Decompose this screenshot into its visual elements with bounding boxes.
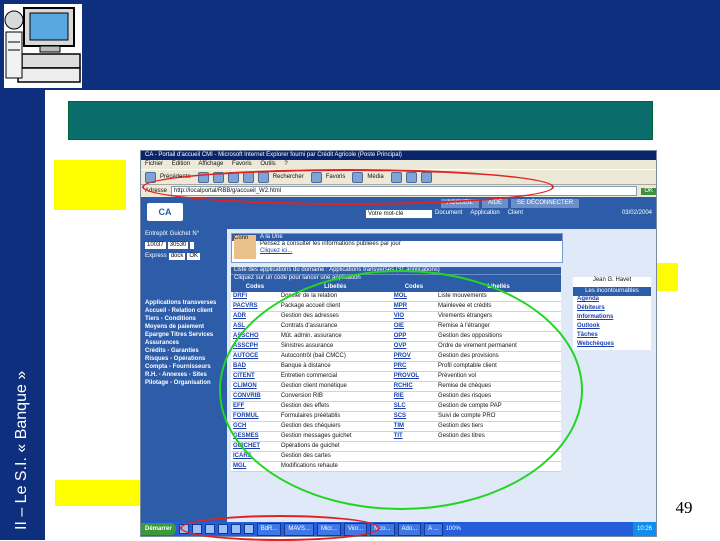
- left-panel: Entrepôt Guichet N° 10037 30530 Express …: [141, 229, 227, 522]
- domain-item[interactable]: Pilotage - Organisation: [145, 380, 227, 387]
- highlight-box-left: [54, 160, 126, 210]
- portal-search-input[interactable]: Votre mot-clé: [365, 209, 433, 219]
- right-panel: Jean G. Havet Les incontournables Agenda…: [573, 277, 651, 350]
- a-la-une-text: Pensez à consulter les informations publ…: [260, 241, 401, 247]
- portal-date: 03/02/2004: [621, 210, 652, 216]
- menu-favorites[interactable]: Favoris: [232, 161, 252, 167]
- express-ok-button[interactable]: OK: [187, 253, 201, 260]
- express-label: Express: [145, 253, 167, 259]
- domain-item[interactable]: Moyens de paiement: [145, 324, 227, 331]
- a-la-une-box: Conn A la Une Pensez à consulter les inf…: [231, 233, 563, 263]
- menu-help[interactable]: ?: [284, 161, 287, 167]
- link-taches[interactable]: Tâches: [573, 332, 651, 341]
- page-number: 49: [675, 498, 693, 517]
- window-title: CA - Portail d'accueil CMI - Microsoft I…: [141, 151, 656, 160]
- entrepot-field[interactable]: 10037: [145, 242, 166, 249]
- guichet-field[interactable]: 30530: [167, 242, 189, 249]
- green-ellipse-applications: [219, 270, 583, 510]
- title-banner: [68, 101, 653, 140]
- slide-top-bar: [45, 0, 720, 90]
- header-guichet: Guichet: [169, 231, 191, 237]
- menu-bar: Fichier Edition Affichage Favoris Outils…: [141, 160, 656, 169]
- header-entrepot: Entrepôt: [145, 231, 168, 237]
- domain-item[interactable]: Risques - Opérations: [145, 356, 227, 363]
- user-name: Jean G. Havet: [592, 277, 632, 283]
- ca-logo[interactable]: CA: [147, 203, 183, 221]
- column-header: Codes: [231, 282, 279, 292]
- news-image-icon: Conn: [234, 235, 256, 259]
- link-agenda[interactable]: Agenda: [573, 296, 651, 305]
- domain-item[interactable]: Accueil - Relation client: [145, 308, 227, 315]
- domain-menu: Applications transverses Accueil - Relat…: [141, 300, 227, 387]
- link-outlook[interactable]: Outlook: [573, 323, 651, 332]
- zoom-level: 100%: [445, 525, 461, 532]
- link-debiteurs[interactable]: Débiteurs: [573, 305, 651, 314]
- radio-document[interactable]: Document: [435, 210, 462, 217]
- menu-file[interactable]: Fichier: [145, 161, 163, 167]
- a-la-une-link[interactable]: Cliquez ici...: [232, 248, 562, 255]
- search-scope-radios: Document Application Client: [435, 210, 523, 217]
- link-informations[interactable]: Informations: [573, 314, 651, 323]
- incontournables-header: Les incontournables: [573, 287, 651, 296]
- computer-clipart-icon: [4, 4, 82, 88]
- radio-client[interactable]: Client: [508, 210, 523, 217]
- domain-item[interactable]: Compta - Fournisseurs: [145, 364, 227, 371]
- taskbar-item[interactable]: A ...: [424, 522, 443, 536]
- menu-view[interactable]: Affichage: [198, 161, 223, 167]
- a-la-une-title: A la Une: [232, 234, 562, 241]
- agency-headers: Entrepôt Guichet N°: [141, 229, 227, 240]
- domain-item[interactable]: R.H. - Annexes - Sites: [145, 372, 227, 379]
- express-field[interactable]: dock: [168, 253, 186, 260]
- red-ellipse-toolbar: [142, 169, 554, 205]
- domain-item[interactable]: Crédits - Garanties: [145, 348, 227, 355]
- system-clock: 10:26: [632, 522, 656, 536]
- domain-item[interactable]: Applications transverses: [145, 300, 227, 307]
- numero-field[interactable]: [190, 242, 195, 249]
- tab-deconnexion[interactable]: SE DÉCONNECTER: [511, 199, 580, 208]
- domain-item[interactable]: Epargne Titres Services: [145, 332, 227, 339]
- taskbar-item[interactable]: Ado...: [397, 522, 422, 536]
- red-ellipse-taskbar: [180, 515, 380, 541]
- domain-item[interactable]: Tiers - Conditions: [145, 316, 227, 323]
- express-row: Express dock OK: [141, 251, 227, 262]
- menu-edit[interactable]: Edition: [172, 161, 190, 167]
- domain-item[interactable]: Assurances: [145, 340, 227, 347]
- header-numero: N°: [192, 231, 200, 237]
- radio-application[interactable]: Application: [470, 210, 499, 217]
- agency-values: 10037 30530: [141, 240, 227, 251]
- go-button[interactable]: OK: [641, 187, 656, 195]
- app-code-link[interactable]: DRFI: [231, 292, 279, 302]
- conn-label: Conn: [234, 235, 249, 241]
- link-webcheques[interactable]: Webchèques: [573, 341, 651, 350]
- start-button[interactable]: Démarrer: [141, 523, 176, 535]
- menu-tools[interactable]: Outils: [260, 161, 275, 167]
